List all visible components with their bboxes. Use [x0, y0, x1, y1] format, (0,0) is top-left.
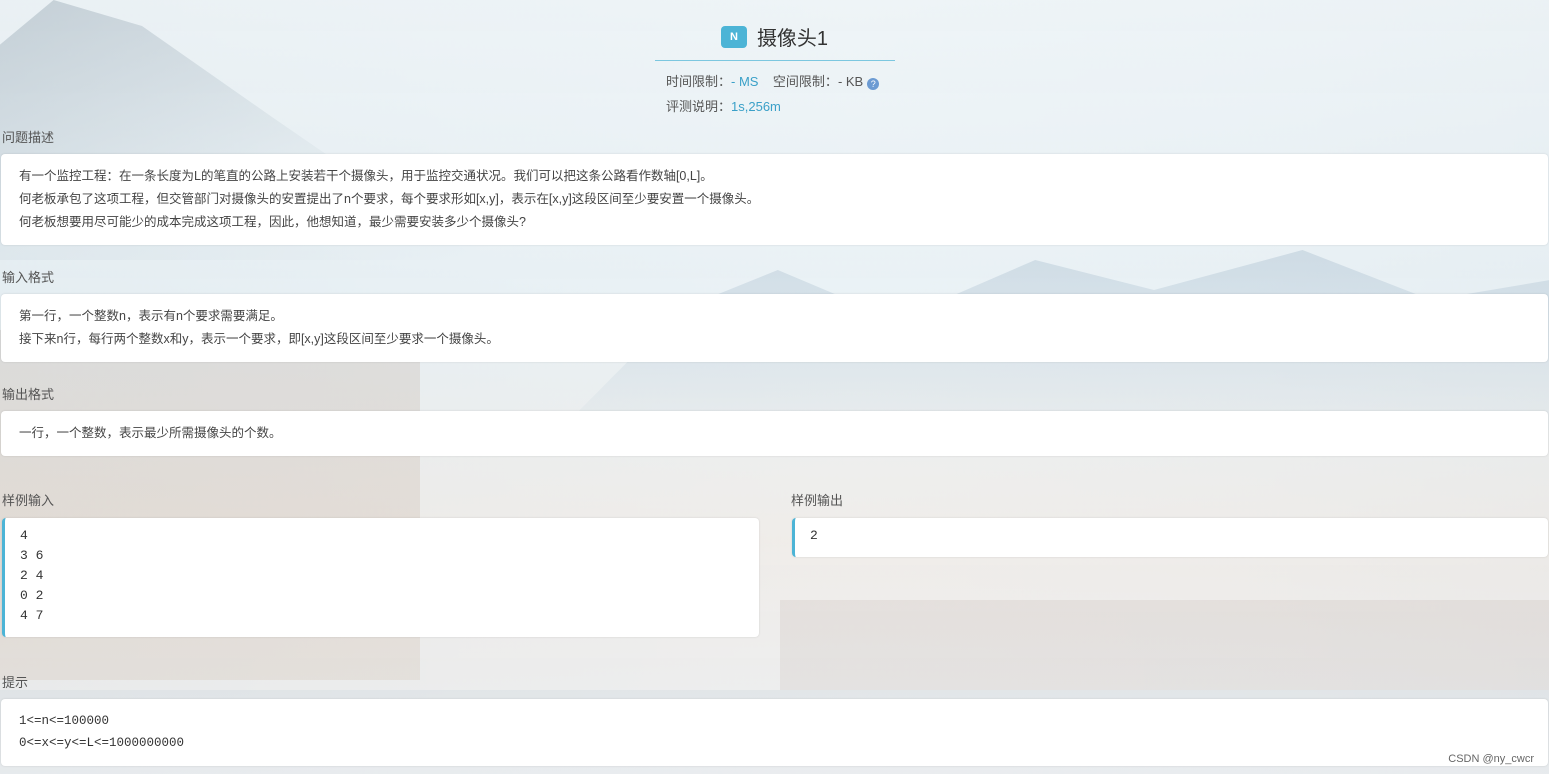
- output-format-line: 一行，一个整数，表示最少所需摄像头的个数。: [19, 426, 282, 440]
- description-line: 何老板承包了这项工程，但交管部门对摄像头的安置提出了n个要求，每个要求形如[x,…: [19, 192, 760, 206]
- input-format-label: 输入格式: [2, 270, 55, 285]
- input-format-line: 接下来n行，每行两个整数x和y，表示一个要求，即[x,y]这段区间至少要求一个摄…: [19, 332, 499, 346]
- input-format-card: 第一行，一个整数n，表示有n个要求需要满足。 接下来n行，每行两个整数x和y，表…: [1, 294, 1548, 362]
- hint-card: 1<=n<=100000 0<=x<=y<=L<=1000000000: [1, 699, 1548, 766]
- description-line: 何老板想要用尽可能少的成本完成这项工程，因此，他想知道，最少需要安装多少个摄像头…: [19, 215, 526, 229]
- description-line: 有一个监控工程：在一条长度为L的笔直的公路上安装若干个摄像头，用于监控交通状况。…: [19, 169, 713, 183]
- time-limit-label: 时间限制：: [666, 74, 732, 89]
- sample-input-line: 4: [20, 528, 28, 543]
- sample-input-line: 2 4: [20, 568, 44, 583]
- title-divider: [655, 60, 895, 61]
- hint-line: 1<=n<=100000: [19, 714, 110, 728]
- time-limit-value: - MS: [731, 74, 759, 89]
- output-format-card: 一行，一个整数，表示最少所需摄像头的个数。: [1, 411, 1548, 456]
- input-format-line: 第一行，一个整数n，表示有n个要求需要满足。: [19, 309, 283, 323]
- sample-output-card[interactable]: 2: [792, 518, 1548, 557]
- sample-input-card[interactable]: 4 3 6 2 4 0 2 4 7: [2, 518, 759, 637]
- difficulty-badge: N: [720, 25, 747, 48]
- hint-line: 0<=x<=y<=L<=1000000000: [19, 736, 185, 750]
- question-circle-icon[interactable]: ?: [867, 78, 880, 90]
- limits-row: 时间限制：- MS 空间限制：- KB?: [666, 71, 880, 90]
- space-limit-value: - KB: [837, 74, 864, 89]
- sample-input-line: 0 2: [20, 588, 44, 603]
- background-scenery: [0, 0, 1549, 774]
- judge-value: 1s,256m: [731, 99, 781, 114]
- output-format-label: 输出格式: [2, 387, 55, 402]
- sample-input-line: 4 7: [20, 608, 44, 623]
- judge-row: 评测说明：1s,256m: [666, 96, 781, 115]
- sample-input-line: 3 6: [20, 548, 44, 563]
- hint-label: 提示: [2, 675, 29, 690]
- csdn-watermark: CSDN @ny_cwcr: [1448, 753, 1534, 765]
- description-label: 问题描述: [2, 130, 55, 145]
- sample-output-label: 样例输出: [791, 493, 844, 508]
- sample-output-line: 2: [810, 528, 818, 543]
- space-limit-label: 空间限制：: [772, 74, 838, 89]
- sample-input-label: 样例输入: [2, 493, 55, 508]
- problem-title: 摄像头1: [756, 28, 829, 50]
- description-card: 有一个监控工程：在一条长度为L的笔直的公路上安装若干个摄像头，用于监控交通状况。…: [1, 154, 1548, 245]
- judge-label: 评测说明：: [666, 99, 732, 114]
